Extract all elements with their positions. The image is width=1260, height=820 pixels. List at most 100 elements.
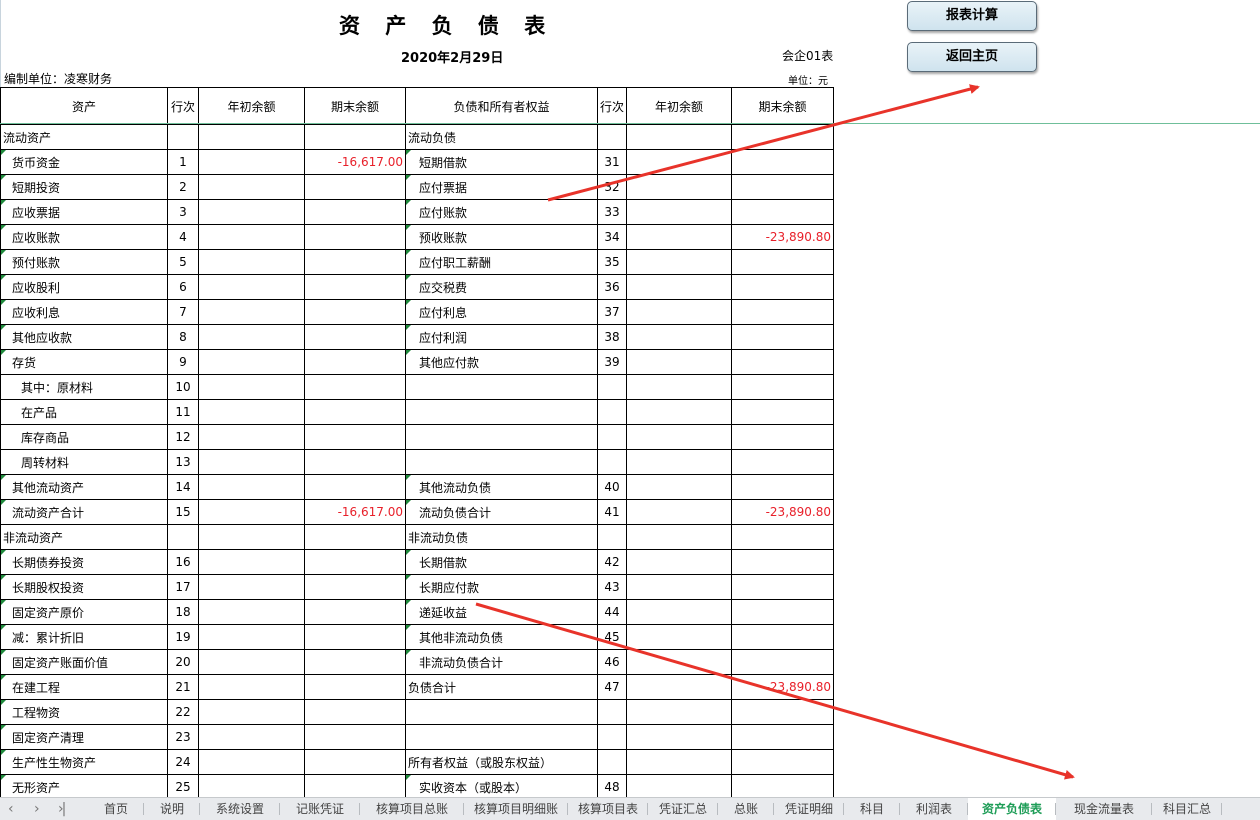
liability-label[interactable]: 应付职工薪酬	[405, 249, 598, 275]
liability-end-balance[interactable]	[731, 249, 834, 275]
liability-line-no[interactable]: 35	[597, 249, 627, 275]
header-cell[interactable]: 期末余额	[731, 87, 834, 125]
asset-line-no[interactable]: 24	[167, 749, 199, 775]
header-cell[interactable]: 负债和所有者权益	[405, 87, 598, 125]
asset-begin-balance[interactable]	[198, 774, 305, 797]
liability-end-balance[interactable]	[731, 524, 834, 550]
liability-line-no[interactable]: 41	[597, 499, 627, 525]
liability-end-balance[interactable]	[731, 374, 834, 400]
liability-line-no[interactable]	[597, 424, 627, 450]
asset-label[interactable]: 短期投资	[0, 174, 168, 200]
asset-line-no[interactable]: 9	[167, 349, 199, 375]
asset-end-balance[interactable]: -16,617.00	[304, 149, 406, 175]
liability-label[interactable]: 负债合计	[405, 674, 598, 700]
liability-begin-balance[interactable]	[626, 424, 732, 450]
asset-label[interactable]: 无形资产	[0, 774, 168, 797]
asset-end-balance[interactable]	[304, 524, 406, 550]
liability-line-no[interactable]: 48	[597, 774, 627, 797]
asset-begin-balance[interactable]	[198, 599, 305, 625]
sheet-tab[interactable]: 系统设置	[200, 798, 280, 820]
liability-begin-balance[interactable]	[626, 624, 732, 650]
asset-line-no[interactable]: 15	[167, 499, 199, 525]
asset-begin-balance[interactable]	[198, 499, 305, 525]
liability-begin-balance[interactable]	[626, 224, 732, 250]
asset-begin-balance[interactable]	[198, 524, 305, 550]
asset-label[interactable]: 周转材料	[0, 449, 168, 475]
asset-begin-balance[interactable]	[198, 424, 305, 450]
liability-end-balance[interactable]	[731, 424, 834, 450]
asset-begin-balance[interactable]	[198, 474, 305, 500]
liability-label[interactable]	[405, 399, 598, 425]
asset-label[interactable]: 减：累计折旧	[0, 624, 168, 650]
asset-end-balance[interactable]	[304, 299, 406, 325]
liability-end-balance[interactable]	[731, 274, 834, 300]
asset-begin-balance[interactable]	[198, 624, 305, 650]
liability-label[interactable]	[405, 449, 598, 475]
asset-begin-balance[interactable]	[198, 449, 305, 475]
liability-begin-balance[interactable]	[626, 499, 732, 525]
asset-label[interactable]: 流动资产合计	[0, 499, 168, 525]
header-cell[interactable]: 年初余额	[198, 87, 305, 125]
liability-label[interactable]: 应付账款	[405, 199, 598, 225]
asset-begin-balance[interactable]	[198, 224, 305, 250]
liability-label[interactable]: 应交税费	[405, 274, 598, 300]
liability-label[interactable]: 预收账款	[405, 224, 598, 250]
liability-line-no[interactable]	[597, 749, 627, 775]
asset-begin-balance[interactable]	[198, 324, 305, 350]
sheet-tab[interactable]: 总账	[718, 798, 774, 820]
liability-end-balance[interactable]: -23,890.80	[731, 674, 834, 700]
liability-line-no[interactable]: 40	[597, 474, 627, 500]
header-cell[interactable]: 行次	[167, 87, 199, 125]
sheet-tab[interactable]: 凭证明细	[774, 798, 844, 820]
liability-begin-balance[interactable]	[626, 199, 732, 225]
liability-label[interactable]: 实收资本（或股本）	[405, 774, 598, 797]
liability-line-no[interactable]: 46	[597, 649, 627, 675]
sheet-tab[interactable]: 科目汇总	[1152, 798, 1222, 820]
liability-end-balance[interactable]	[731, 699, 834, 725]
liability-begin-balance[interactable]	[626, 599, 732, 625]
liability-label[interactable]	[405, 374, 598, 400]
liability-end-balance[interactable]	[731, 449, 834, 475]
liability-end-balance[interactable]	[731, 724, 834, 750]
asset-end-balance[interactable]	[304, 449, 406, 475]
liability-begin-balance[interactable]	[626, 749, 732, 775]
sheet-tab[interactable]: 记账凭证	[280, 798, 360, 820]
liability-line-no[interactable]: 47	[597, 674, 627, 700]
liability-begin-balance[interactable]	[626, 349, 732, 375]
asset-line-no[interactable]: 7	[167, 299, 199, 325]
asset-begin-balance[interactable]	[198, 649, 305, 675]
asset-label[interactable]: 固定资产账面价值	[0, 649, 168, 675]
liability-label[interactable]: 流动负债合计	[405, 499, 598, 525]
liability-end-balance[interactable]: -23,890.80	[731, 224, 834, 250]
asset-line-no[interactable]: 19	[167, 624, 199, 650]
asset-label[interactable]: 货币资金	[0, 149, 168, 175]
liability-begin-balance[interactable]	[626, 274, 732, 300]
liability-begin-balance[interactable]	[626, 399, 732, 425]
liability-end-balance[interactable]	[731, 349, 834, 375]
asset-line-no[interactable]: 23	[167, 724, 199, 750]
asset-begin-balance[interactable]	[198, 349, 305, 375]
liability-line-no[interactable]: 42	[597, 549, 627, 575]
liability-line-no[interactable]: 39	[597, 349, 627, 375]
liability-line-no[interactable]: 43	[597, 574, 627, 600]
asset-end-balance[interactable]: -16,617.00	[304, 499, 406, 525]
liability-label[interactable]	[405, 424, 598, 450]
asset-line-no[interactable]: 4	[167, 224, 199, 250]
report-calc-button[interactable]: 报表计算	[907, 1, 1037, 31]
asset-end-balance[interactable]	[304, 249, 406, 275]
header-cell[interactable]: 资产	[0, 87, 168, 125]
liability-line-no[interactable]	[597, 399, 627, 425]
liability-line-no[interactable]: 32	[597, 174, 627, 200]
asset-begin-balance[interactable]	[198, 699, 305, 725]
asset-line-no[interactable]: 25	[167, 774, 199, 797]
asset-line-no[interactable]: 13	[167, 449, 199, 475]
liability-label[interactable]: 应付利息	[405, 299, 598, 325]
liability-begin-balance[interactable]	[626, 549, 732, 575]
liability-end-balance[interactable]	[731, 649, 834, 675]
liability-line-no[interactable]	[597, 699, 627, 725]
liability-begin-balance[interactable]	[626, 649, 732, 675]
liability-begin-balance[interactable]	[626, 674, 732, 700]
liability-begin-balance[interactable]	[626, 299, 732, 325]
liability-end-balance[interactable]	[731, 574, 834, 600]
liability-label[interactable]: 所有者权益（或股东权益）	[405, 749, 598, 775]
